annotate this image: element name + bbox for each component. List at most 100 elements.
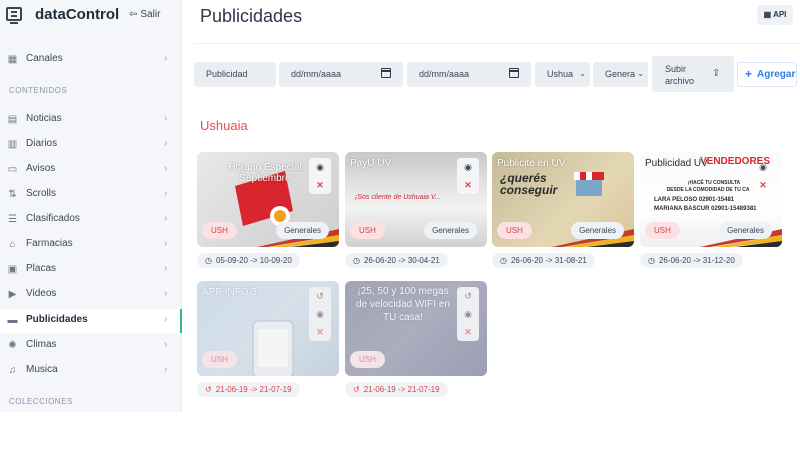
section-label-contenidos: CONTENIDOS: [9, 86, 68, 95]
sidebar-item-publicidades[interactable]: ▬ Publicidades ›: [0, 309, 182, 333]
chevron-down-icon: ⌄: [579, 69, 586, 78]
sidebar-item-musica[interactable]: ♫ Musica ›: [0, 359, 182, 383]
sidebar-item-canales[interactable]: ▦ Canales ›: [0, 48, 182, 72]
history-icon[interactable]: ↺: [457, 287, 479, 305]
city-tag: USH: [202, 351, 237, 368]
date-range-text: 26-06-20 -> 30-04-21: [363, 256, 440, 265]
upload-icon: ⇪: [712, 68, 721, 79]
section-label-colecciones: COLECCIONES: [9, 397, 73, 406]
sidebar-item-clasificados[interactable]: ☰ Clasificados ›: [0, 208, 182, 232]
sidebar-item-label: Diarios: [26, 138, 58, 149]
chevron-right-icon: ›: [164, 314, 168, 325]
delete-icon[interactable]: ✕: [752, 176, 774, 194]
ad-card[interactable]: VENDEDORES ¡HACÉ TU CONSULTA DESDE LA CO…: [640, 152, 782, 247]
history-icon: ↺: [205, 385, 212, 394]
sidebar-item-farmacias[interactable]: ⌂ Farmacias ›: [0, 233, 182, 257]
sidebar-item-label: Scrolls: [26, 188, 57, 199]
date-from-input[interactable]: dd/mm/aaaa: [279, 62, 403, 87]
card-actions: ◉ ✕: [309, 158, 331, 194]
sidebar-item-label: Musica: [26, 364, 58, 375]
chevron-right-icon: ›: [164, 188, 168, 199]
category-tag: Generales: [276, 222, 329, 239]
sidebar-item-label: Clasificados: [26, 213, 80, 224]
clock-icon: ◷: [500, 256, 507, 265]
date-range: ◷ 26-06-20 -> 31-08-21: [492, 253, 595, 268]
category-select-value: Genera: [605, 69, 636, 79]
eye-icon[interactable]: ◉: [752, 158, 774, 176]
ad-card[interactable]: APP INFO 3 ↺ ◉ ✕ USH: [197, 281, 339, 376]
logout-icon: ⇦: [129, 9, 138, 20]
card-actions: ↺ ◉ ✕: [309, 287, 331, 341]
date-from-placeholder: dd/mm/aaaa: [291, 69, 342, 79]
chevron-right-icon: ›: [164, 163, 168, 174]
city-tag: USH: [202, 222, 237, 239]
publicidad-input[interactable]: Publicidad: [194, 62, 276, 87]
ad-card[interactable]: ¡25, 50 y 100 megas de velocidad WIFI en…: [345, 281, 487, 376]
chevron-right-icon: ›: [164, 364, 168, 375]
chevron-right-icon: ›: [164, 53, 168, 64]
chevron-right-icon: ›: [164, 263, 168, 274]
sidebar-item-placas[interactable]: ▣ Placas ›: [0, 258, 182, 282]
clock-icon: ◷: [353, 256, 360, 265]
grid-icon: ▦: [763, 10, 774, 19]
clock-icon: ◷: [648, 256, 655, 265]
card-title: Horario Especial Septiembre: [228, 162, 302, 184]
category-select[interactable]: Genera ⌄: [593, 62, 648, 87]
city-tag: USH: [350, 351, 385, 368]
sidebar: dataControl ⇦ Salir ▦ Canales › CONTENIDO…: [0, 0, 182, 412]
city-select-value: Ushua: [547, 69, 574, 79]
sidebar-item-diarios[interactable]: ▥ Diarios ›: [0, 133, 182, 157]
sidebar-item-videos[interactable]: ▶ Videos ›: [0, 283, 182, 307]
monitor-icon: [6, 7, 22, 24]
category-tag: Generales: [424, 222, 477, 239]
sidebar-item-label: Avisos: [26, 163, 56, 174]
date-to-placeholder: dd/mm/aaaa: [419, 69, 470, 79]
chevron-right-icon: ›: [164, 288, 168, 299]
delete-icon[interactable]: ✕: [309, 176, 331, 194]
date-range: ◷ 05-09-20 -> 10-09-20: [197, 253, 300, 268]
card-actions: ◉ ✕: [752, 158, 774, 194]
ad-card[interactable]: PayU UV ¡Sos cliente de Ushuaia V... ◉ ✕…: [345, 152, 487, 247]
api-button[interactable]: ▦ API: [757, 5, 793, 25]
eye-icon[interactable]: ◉: [309, 305, 331, 323]
card-actions: ↺ ◉ ✕: [457, 287, 479, 341]
upload-file-button[interactable]: Subir archivo ⇪: [652, 56, 734, 92]
chevron-right-icon: ›: [164, 339, 168, 350]
calendar-icon[interactable]: [509, 68, 519, 78]
sidebar-item-avisos[interactable]: ▭ Avisos ›: [0, 158, 182, 182]
city-select[interactable]: Ushua ⌄: [535, 62, 590, 87]
delete-icon[interactable]: ✕: [309, 323, 331, 341]
add-button[interactable]: + Agregar: [737, 62, 797, 87]
category-tag: Generales: [719, 222, 772, 239]
delete-icon[interactable]: ✕: [457, 176, 479, 194]
sidebar-item-label: Canales: [26, 53, 63, 64]
upload-label: Subir archivo: [665, 64, 695, 86]
ad-card[interactable]: Publicite en UV ¿querés conseguir USH Ge…: [492, 152, 634, 247]
video-icon: ▶: [8, 289, 17, 300]
date-range-text: 05-09-20 -> 10-09-20: [215, 256, 292, 265]
sidebar-item-noticias[interactable]: ▤ Noticias ›: [0, 108, 182, 132]
eye-icon[interactable]: ◉: [309, 158, 331, 176]
eye-icon[interactable]: ◉: [457, 158, 479, 176]
card-body-line: MARIANA BASCUR 02901-15489381: [654, 206, 757, 212]
card-subtitle: ¡Sos cliente de Ushuaia V...: [355, 194, 441, 201]
card-body-line: LARA PELOSO 02901-15481: [654, 197, 735, 203]
delete-icon[interactable]: ✕: [457, 323, 479, 341]
sidebar-item-label: Farmacias: [26, 238, 73, 249]
calendar-icon[interactable]: [381, 68, 391, 78]
eye-icon[interactable]: ◉: [457, 305, 479, 323]
logout-button[interactable]: ⇦ Salir: [129, 9, 160, 20]
date-range-text: 26-06-20 -> 31-08-21: [510, 256, 587, 265]
date-range-text: 26-06-20 -> 31-12-20: [658, 256, 735, 265]
notice-icon: ▭: [7, 164, 18, 175]
date-to-input[interactable]: dd/mm/aaaa: [407, 62, 531, 87]
api-label: API: [773, 10, 787, 19]
sidebar-item-scrolls[interactable]: ⇅ Scrolls ›: [0, 183, 182, 207]
pharmacy-icon: ⌂: [9, 239, 16, 250]
sidebar-item-climas[interactable]: ✺ Climas ›: [0, 334, 182, 358]
brand-name: dataControl: [35, 6, 120, 23]
add-label: Agregar: [757, 69, 796, 80]
history-icon[interactable]: ↺: [309, 287, 331, 305]
card-title: ¡25, 50 y 100 megas de velocidad WIFI en…: [356, 286, 450, 323]
ad-card[interactable]: Horario Especial Septiembre ◉ ✕ USH Gene…: [197, 152, 339, 247]
